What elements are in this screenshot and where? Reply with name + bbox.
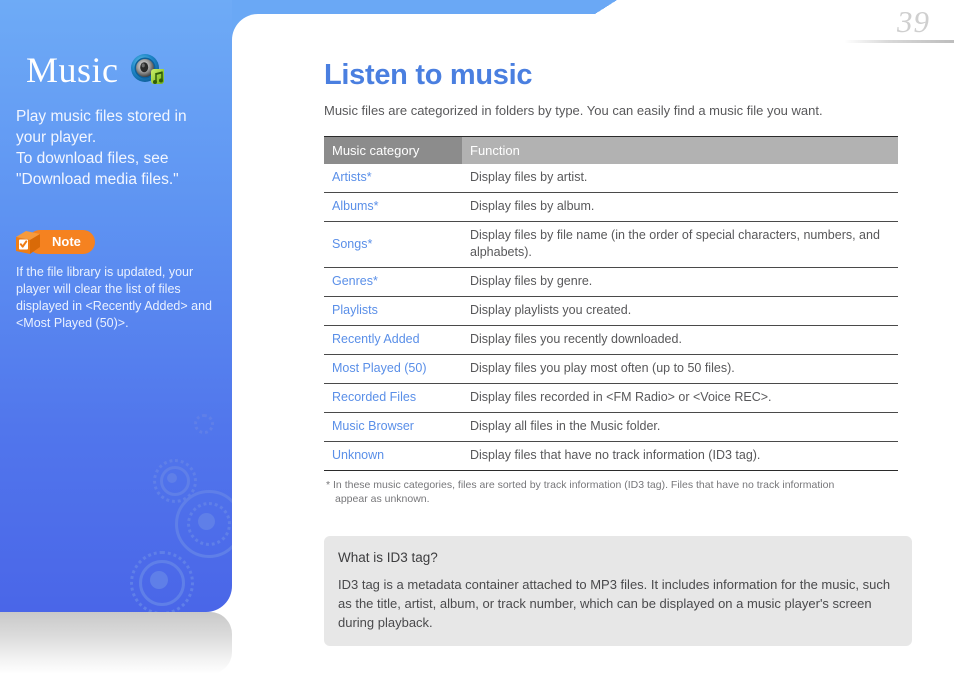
table-cell-function: Display files recorded in <FM Radio> or … bbox=[462, 383, 898, 413]
table-cell-category: Most Played (50) bbox=[324, 354, 462, 384]
table-cell-function: Display all files in the Music folder. bbox=[462, 412, 898, 442]
table-cell-function: Display files by artist. bbox=[470, 170, 588, 184]
table-row: Recently Added Display files you recently… bbox=[324, 325, 898, 355]
decorative-circle-ring-mid-b bbox=[187, 502, 231, 546]
table-header: Music category Function bbox=[324, 136, 898, 164]
table-footnote: * In these music categories, files are s… bbox=[324, 478, 886, 506]
table-header-function: Function bbox=[462, 136, 898, 164]
page-title: Listen to music bbox=[324, 59, 533, 91]
table-cell-function: Display files by album. bbox=[462, 192, 898, 222]
note-badge: Note bbox=[14, 228, 95, 256]
table-cell-category: Unknown bbox=[324, 441, 462, 471]
decorative-circle-ring-outer-c bbox=[130, 551, 194, 612]
chapter-description-line: your player. bbox=[16, 129, 97, 146]
main-content: Listen to music Music files are categori… bbox=[324, 58, 924, 646]
footnote-line-2: appear as unknown. bbox=[335, 493, 430, 505]
table-row: Music Browser Display all files in the Mu… bbox=[324, 412, 898, 442]
table-cell-category: Albums* bbox=[324, 192, 462, 222]
info-box-title: What is ID3 tag? bbox=[338, 550, 438, 565]
chapter-description-line: Play music files stored in bbox=[16, 108, 187, 125]
decorative-circle-ring-mid-c bbox=[139, 560, 185, 606]
footnote-marker: * bbox=[326, 479, 331, 491]
chapter-description-line: To download files, see bbox=[16, 150, 169, 167]
chapter-sidebar: Music Play music files stored in your pl… bbox=[0, 0, 232, 612]
table-cell-function: Display files by genre. bbox=[462, 267, 898, 297]
table-cell-category: Genres* bbox=[324, 267, 462, 297]
table-cell-category: Music Browser bbox=[324, 412, 462, 442]
decorative-circle-ring-inner-a bbox=[160, 466, 190, 496]
sidebar-corner-notch bbox=[232, 14, 258, 40]
decorative-circle-ring-outer-a bbox=[153, 459, 197, 503]
table-row: Genres* Display files by genre. bbox=[324, 267, 898, 297]
table-cell-function: Display files that have no track informa… bbox=[462, 441, 898, 471]
chapter-description-line: "Download media files." bbox=[16, 171, 179, 188]
table-cell-category: Recently Added bbox=[324, 325, 462, 355]
note-cube-check-icon bbox=[14, 228, 42, 256]
table-cell-category: Songs* bbox=[324, 221, 462, 268]
table-row: Artists* Display files by artist. bbox=[324, 164, 898, 193]
table-header-row: Music category Function bbox=[324, 136, 898, 164]
table-row: Recorded Files Display files recorded in … bbox=[324, 383, 898, 413]
decorative-circle-ring-outer-b bbox=[175, 490, 232, 558]
table-row: Playlists Display playlists you created. bbox=[324, 296, 898, 326]
table-cell-function: Display playlists you created. bbox=[462, 296, 898, 326]
table-row: Songs* Display files by file name (in the… bbox=[324, 221, 898, 268]
page-number: 39 bbox=[897, 4, 930, 39]
decorative-circle-small-top bbox=[194, 414, 214, 434]
speaker-music-note-icon bbox=[129, 53, 169, 87]
table-row: Albums* Display files by album. bbox=[324, 192, 898, 222]
table-cell-category: Recorded Files bbox=[324, 383, 462, 413]
table-cell-category: Playlists bbox=[324, 296, 462, 326]
info-box-body: ID3 tag is a metadata container attached… bbox=[338, 577, 891, 630]
chapter-title-label: Music bbox=[26, 50, 119, 90]
info-box: What is ID3 tag? ID3 tag is a metadata c… bbox=[324, 536, 912, 646]
footnote-line-1: In these music categories, files are sor… bbox=[333, 479, 835, 491]
page-number-rule bbox=[844, 40, 954, 43]
bottom-gray-panel bbox=[0, 612, 232, 674]
chapter-description: Play music files stored in your player. … bbox=[16, 106, 221, 190]
table-header-music-category: Music category bbox=[324, 136, 462, 164]
table-body: Artists* Display files by artist. Albums* D… bbox=[324, 164, 898, 471]
table-cell-function: Display files you recently downloaded. bbox=[462, 325, 898, 355]
table-row: Most Played (50) Display files you play m… bbox=[324, 354, 898, 384]
table-row: Unknown Display files that have no track … bbox=[324, 441, 898, 471]
table-cell-function: Display files by file name (in the order… bbox=[462, 221, 898, 268]
note-text: If the file library is updated, your pla… bbox=[16, 265, 212, 330]
table-cell-category: Artists* bbox=[332, 170, 372, 184]
table-cell-function: Display files you play most often (up to… bbox=[462, 354, 898, 384]
decorative-circle-core-b bbox=[198, 513, 215, 530]
decorative-circle-core-c bbox=[150, 571, 168, 589]
top-accent-bar-taper bbox=[595, 0, 617, 14]
music-category-table: Music category Function Artists* Display … bbox=[324, 136, 898, 471]
page-intro-text: Music files are categorized in folders b… bbox=[324, 103, 823, 118]
decorative-circle-core-a bbox=[167, 473, 177, 483]
chapter-title: Music bbox=[26, 52, 169, 88]
